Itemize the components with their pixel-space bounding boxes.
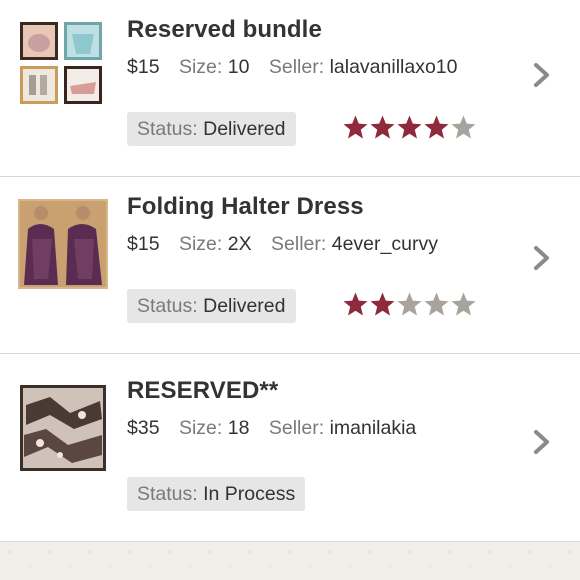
item-price: $35 bbox=[127, 417, 160, 439]
item-size: 2X bbox=[227, 233, 252, 255]
item-meta: $15 Size: 2X Seller: 4ever_curvy bbox=[127, 233, 438, 256]
star-filled-icon bbox=[343, 292, 368, 316]
status-label: Status: bbox=[137, 483, 198, 505]
item-price: $15 bbox=[127, 56, 160, 78]
seller-label: Seller: bbox=[271, 233, 327, 255]
rating-stars bbox=[342, 291, 477, 319]
order-thumbnail bbox=[20, 385, 106, 471]
order-item[interactable]: Reserved bundle $15 Size: 10 Seller: lal… bbox=[0, 0, 580, 177]
star-filled-icon bbox=[397, 115, 422, 139]
item-seller: lalavanillaxo10 bbox=[329, 56, 458, 78]
star-filled-icon bbox=[343, 115, 368, 139]
chevron-right-icon[interactable] bbox=[533, 245, 551, 271]
status-badge: Status: Delivered bbox=[127, 112, 296, 146]
status-badge: Status: In Process bbox=[127, 477, 306, 511]
item-title: Folding Halter Dress bbox=[127, 193, 364, 220]
item-title: Reserved bundle bbox=[127, 16, 322, 43]
seller-label: Seller: bbox=[268, 417, 325, 439]
chevron-right-icon[interactable] bbox=[533, 429, 551, 455]
star-empty-icon bbox=[451, 292, 476, 316]
item-title: RESERVED** bbox=[127, 377, 279, 404]
star-empty-icon bbox=[397, 292, 422, 316]
size-label: Size: bbox=[178, 233, 223, 255]
size-label: Size: bbox=[178, 56, 223, 78]
star-filled-icon bbox=[370, 292, 395, 316]
star-empty-icon bbox=[424, 292, 449, 316]
status-value: Delivered bbox=[203, 295, 286, 317]
item-price: $15 bbox=[127, 233, 160, 255]
status-badge: Status: Delivered bbox=[127, 289, 296, 323]
item-seller: imanilakia bbox=[329, 417, 417, 439]
item-meta: $15 Size: 10 Seller: lalavanillaxo10 bbox=[127, 56, 458, 79]
order-thumbnail bbox=[18, 20, 104, 106]
item-meta: $35 Size: 18 Seller: imanilakia bbox=[127, 417, 416, 440]
status-label: Status: bbox=[137, 118, 198, 140]
size-label: Size: bbox=[178, 417, 223, 439]
item-size: 18 bbox=[227, 417, 250, 439]
chevron-right-icon[interactable] bbox=[533, 62, 551, 88]
order-item[interactable]: RESERVED** $35 Size: 18 Seller: imanilak… bbox=[0, 361, 580, 542]
seller-label: Seller: bbox=[268, 56, 325, 78]
star-filled-icon bbox=[424, 115, 449, 139]
item-size: 10 bbox=[227, 56, 250, 78]
status-value: In Process bbox=[203, 483, 296, 505]
order-list: Reserved bundle $15 Size: 10 Seller: lal… bbox=[0, 0, 580, 580]
item-seller: 4ever_curvy bbox=[331, 233, 438, 255]
order-item[interactable]: Folding Halter Dress $15 Size: 2X Seller… bbox=[0, 177, 580, 354]
status-value: Delivered bbox=[203, 118, 286, 140]
status-label: Status: bbox=[137, 295, 198, 317]
order-thumbnail bbox=[18, 199, 108, 289]
star-empty-icon bbox=[451, 115, 476, 139]
rating-stars bbox=[342, 114, 477, 142]
star-filled-icon bbox=[370, 115, 395, 139]
list-footer bbox=[0, 542, 580, 580]
